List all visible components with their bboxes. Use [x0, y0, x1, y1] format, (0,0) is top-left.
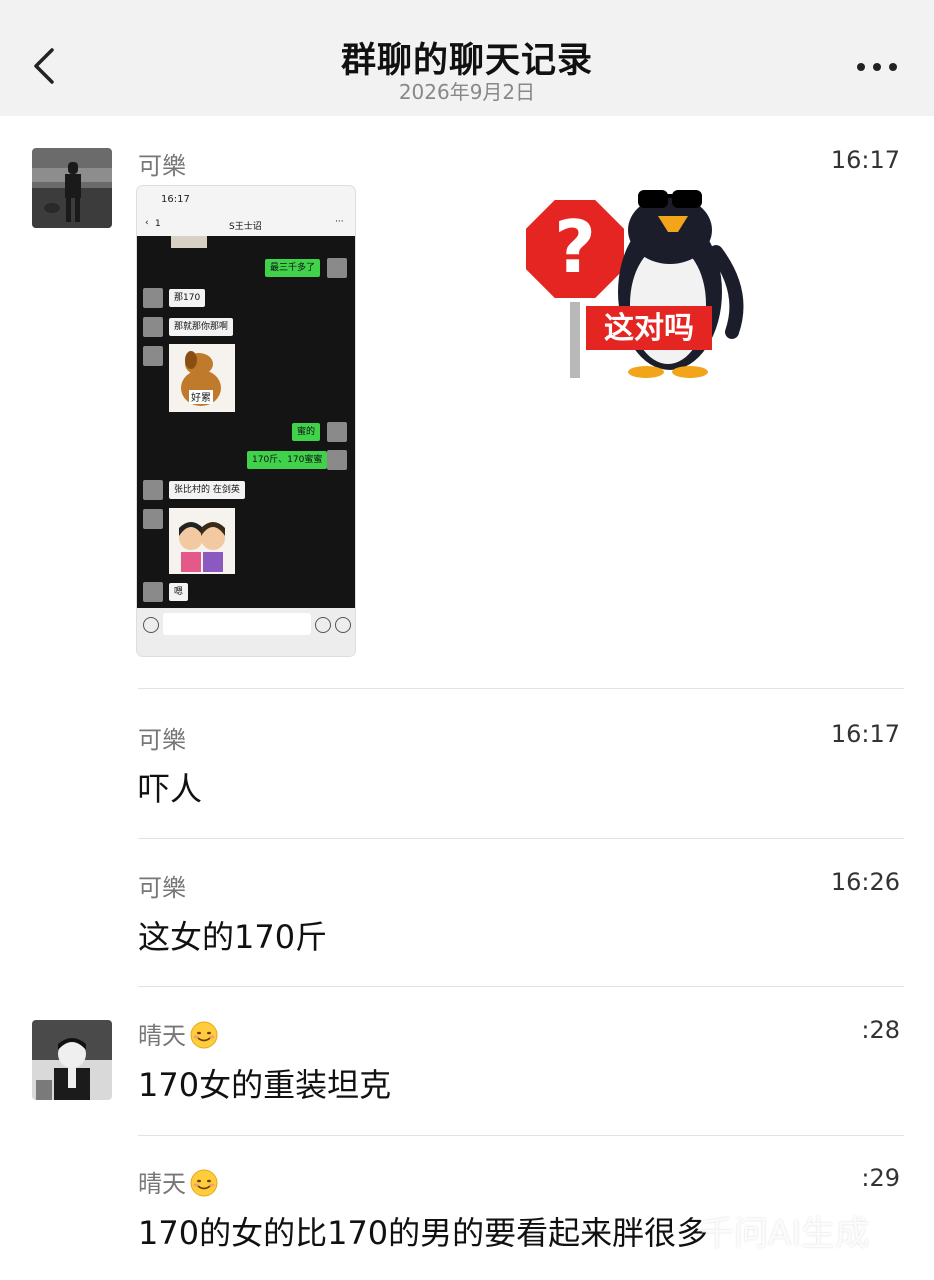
mini-bubble: 张比村的 在剑英	[169, 481, 245, 499]
record-date: 2026年9月2日	[398, 80, 536, 104]
mini-bubble: 那就那你那啊	[169, 318, 234, 336]
message-text[interactable]: 吓人	[138, 764, 202, 810]
mini-avatar	[327, 450, 347, 470]
message-text[interactable]: 这女的170斤	[138, 912, 327, 958]
mini-status-bar: 16:17	[137, 186, 355, 214]
message-divider	[138, 986, 904, 987]
mini-bubble: 嗯	[169, 583, 189, 601]
avatar[interactable]	[32, 1020, 112, 1100]
sender-name-text: 晴天	[138, 1170, 186, 1198]
mini-avatar	[143, 480, 163, 500]
mini-dog-sticker: 好累	[169, 344, 235, 412]
sender-name: 晴天	[138, 1016, 218, 1051]
ai-watermark: 千问AI生成	[700, 1214, 870, 1254]
sender-name: 可樂	[138, 726, 186, 754]
message-text[interactable]: 170的女的比170的男的要看起来胖很多	[138, 1208, 708, 1254]
mini-cropped-image	[171, 236, 207, 248]
message-divider	[138, 838, 904, 839]
mini-bubble: 那170	[169, 289, 206, 307]
mini-girls-sticker	[169, 508, 235, 574]
avatar[interactable]	[32, 148, 112, 228]
message-text[interactable]: 170女的重装坦克	[138, 1060, 391, 1106]
mini-avatar	[327, 258, 347, 278]
mini-back-icon: ‹	[145, 218, 149, 228]
mini-sticker-text: 好累	[191, 392, 211, 404]
sticker-caption: 这对吗	[604, 311, 694, 346]
mini-avatar	[143, 582, 163, 602]
smiley-emoji-icon	[190, 1169, 218, 1197]
mini-emoji-icon	[315, 617, 331, 633]
message-divider	[138, 688, 904, 689]
mini-back-count: 1	[155, 219, 161, 229]
mini-plus-icon	[335, 617, 351, 633]
sender-name: 可樂	[138, 152, 186, 180]
more-dots-icon[interactable]	[852, 50, 902, 80]
mini-avatar	[327, 422, 347, 442]
chat-screenshot-image[interactable]: 16:17 ‹ 1 S王士诏 ··· 最三千多了 那170 那就那你那啊 好累	[137, 186, 355, 656]
mini-voice-icon	[143, 617, 159, 633]
message-divider	[138, 1135, 904, 1136]
mini-bubble: 最三千多了	[265, 259, 321, 277]
mini-avatar	[143, 509, 163, 529]
mini-chat-body: 最三千多了 那170 那就那你那啊 好累 蜜的 170斤、170蜜蜜 张比村的 …	[137, 236, 355, 608]
mini-input-field	[163, 613, 311, 635]
top-nav-bar: 群聊的聊天记录 2026年9月2日	[0, 0, 934, 116]
penguin-question-sticker[interactable]: ? 这对吗	[520, 182, 750, 382]
mini-bubble: 170斤、170蜜蜜	[247, 451, 328, 469]
mini-input-bar	[137, 608, 355, 656]
mini-avatar	[143, 288, 163, 308]
mini-chat-title: S王士诏	[229, 222, 262, 232]
message-time: :29	[861, 1164, 900, 1192]
sender-name: 可樂	[138, 874, 186, 902]
sign-question-mark: ?	[554, 205, 596, 289]
smiley-emoji-icon	[190, 1021, 218, 1049]
sender-name: 晴天	[138, 1164, 218, 1199]
message-time: 16:17	[830, 720, 900, 748]
mini-chat-header: ‹ 1 S王士诏 ···	[137, 214, 355, 236]
mini-bubble: 蜜的	[292, 423, 321, 441]
message-time: 16:17	[830, 146, 900, 174]
sender-name-text: 晴天	[138, 1022, 186, 1050]
mini-status-time: 16:17	[161, 194, 190, 205]
mini-avatar	[143, 346, 163, 366]
mini-avatar	[143, 317, 163, 337]
message-time: :28	[861, 1016, 900, 1044]
mini-more-icon: ···	[335, 217, 344, 227]
message-time: 16:26	[830, 868, 900, 896]
